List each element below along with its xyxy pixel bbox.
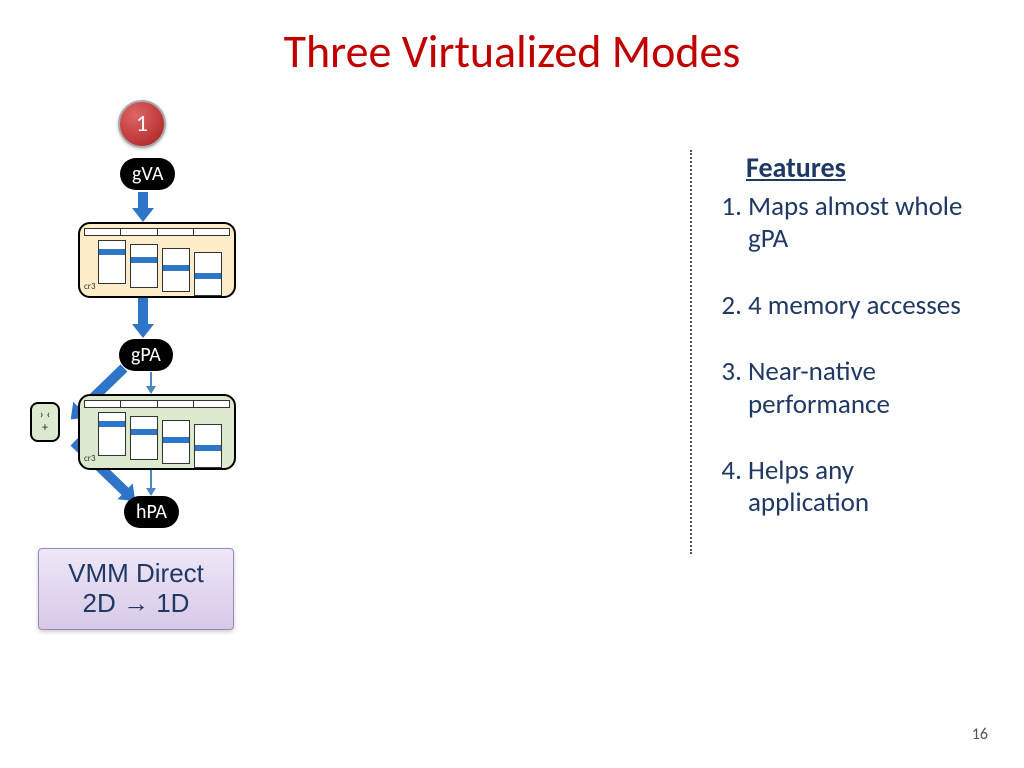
feature-item: Near-native performance <box>748 356 980 421</box>
pagetable-guest: cr3 <box>78 222 236 298</box>
cr3-label-1: cr3 <box>84 281 96 292</box>
mode-caption-box: VMM Direct 2D → 1D <box>38 548 234 630</box>
features-panel: Features Maps almost whole gPA 4 memory … <box>690 150 980 554</box>
direct-map-icon: › ‹+ <box>30 402 60 442</box>
pagetable-host: cr3 <box>78 394 236 470</box>
mode-caption-line2: 2D → 1D <box>83 588 190 618</box>
feature-item: Helps any application <box>748 455 980 520</box>
node-gpa: gPA <box>119 339 173 371</box>
cr3-label-2: cr3 <box>84 453 96 464</box>
pt-top-strip-2 <box>84 400 230 408</box>
mode-number-badge: 1 <box>118 100 166 148</box>
pt-top-strip <box>84 228 230 236</box>
features-heading: Features <box>746 150 980 185</box>
node-hpa: hPA <box>124 496 179 528</box>
feature-item: 4 memory accesses <box>748 290 980 322</box>
feature-item: Maps almost whole gPA <box>748 191 980 256</box>
mode-diagram: 1 gVA cr3 gPA <box>20 100 260 660</box>
mode-caption-line1: VMM Direct <box>68 558 204 588</box>
features-list: Maps almost whole gPA 4 memory accesses … <box>718 191 980 520</box>
node-gva: gVA <box>120 158 175 190</box>
page-number: 16 <box>972 725 988 744</box>
slide-title: Three Virtualized Modes <box>0 24 1024 80</box>
slide: Three Virtualized Modes 1 gVA cr3 <box>0 0 1024 768</box>
